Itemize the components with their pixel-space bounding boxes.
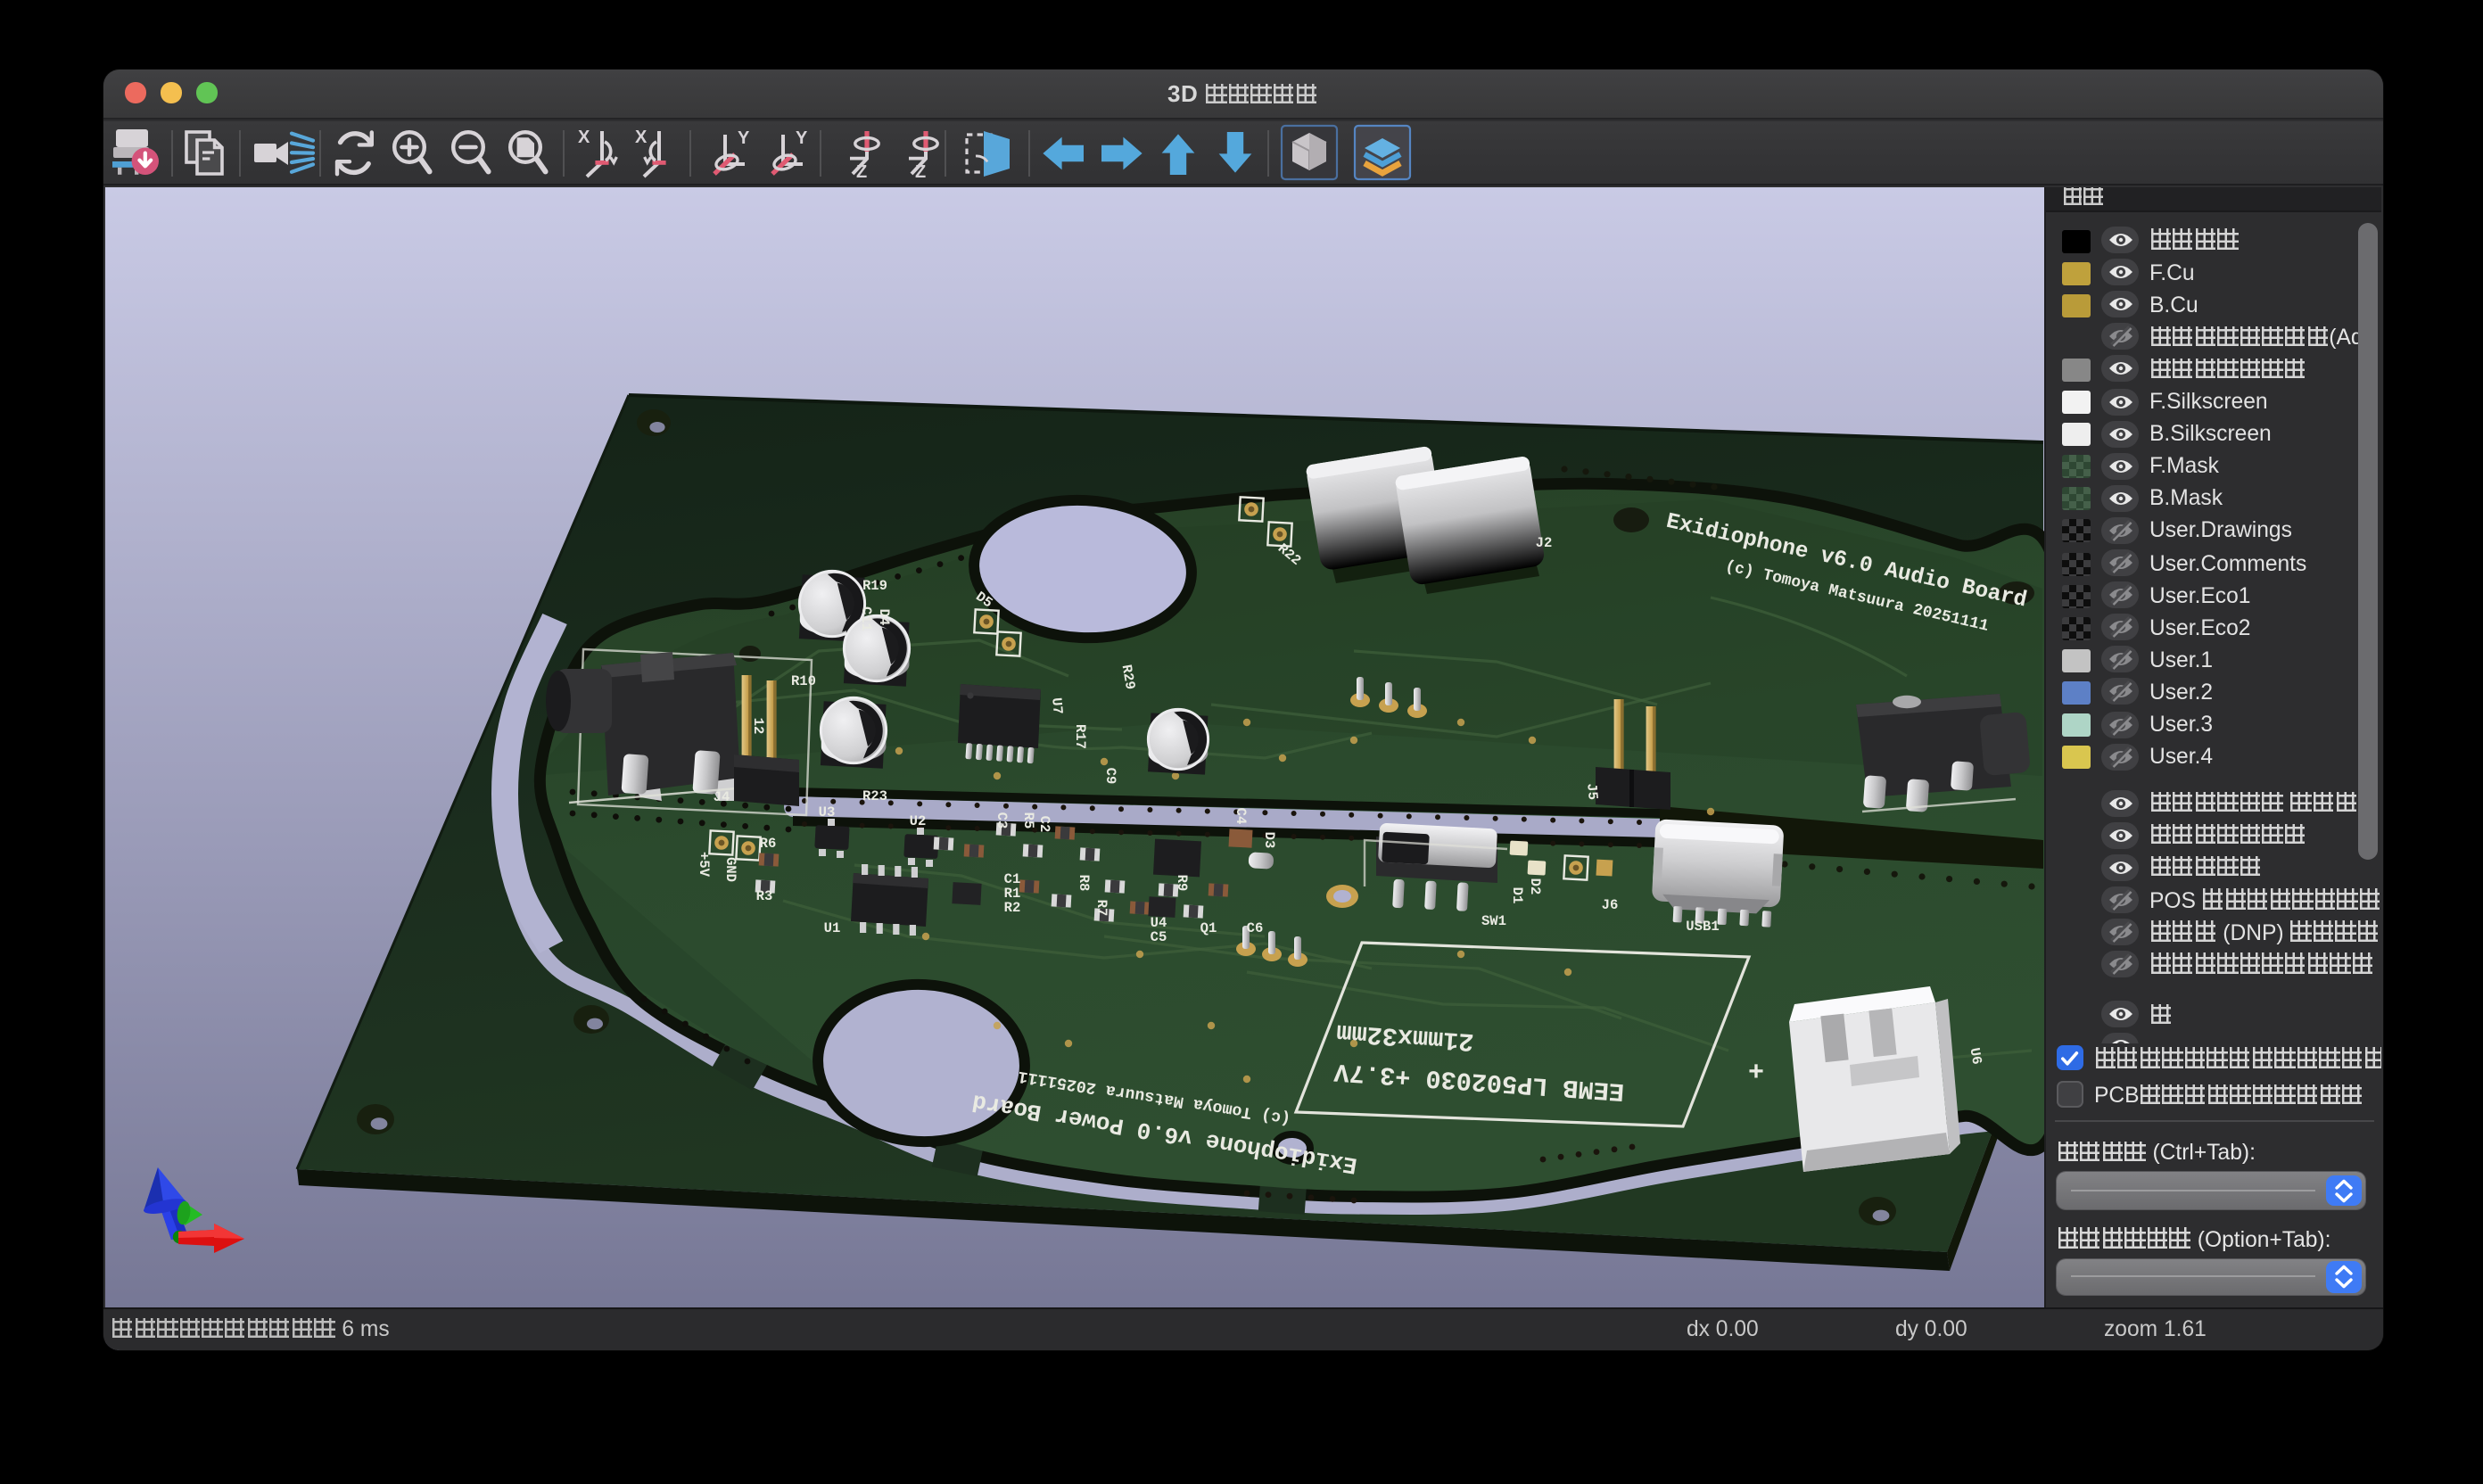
svg-text:R17: R17 xyxy=(1071,723,1087,748)
svg-text:R5: R5 xyxy=(1019,812,1035,829)
svg-text:R8: R8 xyxy=(1075,874,1091,891)
svg-text:USB1: USB1 xyxy=(1685,918,1718,934)
svg-text:R19: R19 xyxy=(862,577,887,593)
svg-text:C4: C4 xyxy=(1232,807,1248,824)
svg-text:C9: C9 xyxy=(1101,767,1118,784)
svg-text:C11: C11 xyxy=(857,606,873,631)
svg-text:Y: Y xyxy=(795,128,807,147)
svg-text:C6: C6 xyxy=(1246,919,1263,936)
svg-text:Y: Y xyxy=(737,128,749,147)
svg-text:U2: U2 xyxy=(909,812,926,829)
svg-text:+: + xyxy=(1747,1058,1763,1088)
svg-text:R7: R7 xyxy=(1093,899,1109,916)
svg-text:R3: R3 xyxy=(755,887,772,903)
svg-text:U1: U1 xyxy=(823,919,840,936)
svg-text:D1: D1 xyxy=(1508,886,1524,903)
svg-text:R2: R2 xyxy=(1003,899,1020,915)
svg-text:SW1: SW1 xyxy=(1481,912,1505,928)
svg-text:X: X xyxy=(577,127,590,146)
svg-text:C3: C3 xyxy=(993,812,1009,829)
svg-text:J4: J4 xyxy=(713,788,730,804)
svg-text:D4: D4 xyxy=(875,608,891,625)
svg-text:U6: U6 xyxy=(1965,1046,1984,1066)
svg-text:Q1: Q1 xyxy=(1200,919,1217,936)
svg-text:J2: J2 xyxy=(1535,534,1552,550)
svg-text:J5: J5 xyxy=(1582,782,1600,800)
svg-text:D3: D3 xyxy=(1260,831,1276,848)
svg-text:D2: D2 xyxy=(1526,878,1542,895)
svg-text:X: X xyxy=(634,127,647,146)
svg-text:GND: GND xyxy=(722,856,738,881)
svg-text:J6: J6 xyxy=(1601,896,1618,912)
svg-text:U7: U7 xyxy=(1047,697,1065,714)
svg-text:12: 12 xyxy=(749,717,765,734)
svg-text:C2: C2 xyxy=(1035,815,1052,832)
svg-text:+5V: +5V xyxy=(695,851,711,877)
svg-text:R9: R9 xyxy=(1173,874,1189,891)
svg-text:C5: C5 xyxy=(1150,928,1167,944)
svg-text:R6: R6 xyxy=(759,835,776,851)
svg-text:U3: U3 xyxy=(818,804,835,820)
svg-text:R10: R10 xyxy=(790,672,815,688)
svg-text:R23: R23 xyxy=(862,787,887,804)
